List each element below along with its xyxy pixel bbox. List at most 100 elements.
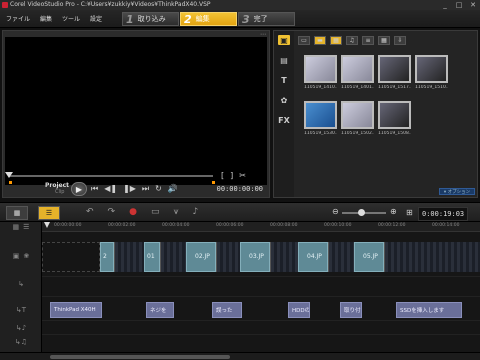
menu-settings[interactable]: 設定 (90, 14, 102, 23)
title-icon[interactable]: T (278, 75, 290, 85)
options-button[interactable]: ▾ オプション (439, 188, 475, 195)
record-icon[interactable]: ● (129, 207, 137, 217)
transition-clip[interactable]: 2 (100, 242, 114, 272)
title-clip[interactable]: 誤った (212, 302, 242, 318)
video-clip[interactable] (270, 242, 298, 272)
timeline-panel: ▦ ☰ ▣ ❀ ↳ ↳T ↳♪ ↳♫ 00:00:00:00 00:00:02:00… (0, 222, 480, 360)
library-toolbar: ▭ ▬ ▦ ♫ ≡ ▦ ⇩ (298, 36, 406, 45)
play-button[interactable]: ▶ (71, 182, 87, 196)
end-icon[interactable]: ⏭ (142, 184, 149, 194)
import-icon[interactable]: ⇩ (394, 36, 406, 45)
voice-track-icon: ↳♪ (15, 324, 27, 332)
title-clip[interactable]: ネジを (146, 302, 174, 318)
project-mode-label[interactable]: Project (45, 182, 69, 189)
library-thumbnails: 110519_1410... 110519_1401... 110519_151… (304, 55, 474, 143)
zoom-in-icon[interactable]: ⊕ (390, 207, 397, 216)
folder-icon[interactable]: ▭ (298, 36, 310, 45)
library-item[interactable]: 110519_1530... (304, 101, 337, 143)
video-clip[interactable] (328, 242, 354, 272)
video-track-toggle-icon[interactable]: ❀ (23, 252, 29, 260)
zoom-out-icon[interactable]: ⊖ (332, 207, 339, 216)
auto-music-icon[interactable]: ♪ (193, 207, 199, 217)
split-clip-icon[interactable]: ✂ (239, 171, 246, 180)
playback-controls: [ ] ✂ Project Clip ▶ ⏮ ◀❚ ❚▶ ⏭ ↻ 🔊 00:00… (5, 171, 267, 197)
track-manager-icon[interactable]: ▦ (13, 223, 20, 231)
empty-slot (42, 242, 100, 272)
step-share[interactable]: 3 完了 (238, 12, 295, 26)
mark-in-button[interactable]: [ (221, 171, 224, 180)
photo-filter-icon[interactable]: ▦ (330, 36, 342, 45)
title-clip[interactable]: SSDを挿入します (396, 302, 462, 318)
timeline-view-button[interactable]: ☰ (38, 206, 60, 220)
prev-frame-icon[interactable]: ◀❚ (104, 184, 117, 194)
transition-clip[interactable]: 05.JP (354, 242, 384, 272)
menu-edit[interactable]: 編集 (40, 14, 52, 23)
video-filter-icon[interactable]: ▬ (314, 36, 326, 45)
clip-mode-label[interactable]: Clip (55, 189, 64, 195)
title-clip[interactable]: HDDの (288, 302, 310, 318)
audio-filter-icon[interactable]: ♫ (346, 36, 358, 45)
music-track-icon: ↳♫ (14, 338, 28, 346)
transition-clip[interactable]: 01 (144, 242, 160, 272)
video-clip[interactable] (160, 242, 186, 272)
preview-timecode[interactable]: 00:00:00:00 (217, 185, 263, 193)
title-clip[interactable]: ThinkPad X40H (50, 302, 102, 318)
zoom-knob[interactable] (358, 209, 365, 216)
library-item[interactable]: 110519_1502... (341, 101, 374, 143)
inout-controls: [ ] ✂ (221, 171, 246, 180)
video-track: 2 01 02.JP 03.JP 04.JP 05.JP (42, 242, 480, 272)
menu-tools[interactable]: ツール (62, 14, 80, 23)
video-clip[interactable] (114, 242, 144, 272)
timeline-tools: ↶ ↷ ● ▭ ⩛ ♪ (86, 207, 198, 217)
maximize-icon[interactable]: □ (452, 0, 466, 10)
library-item[interactable]: 110519_1510... (415, 55, 448, 97)
scrubber-handle[interactable] (5, 172, 13, 178)
menu-file[interactable]: ファイル (6, 14, 30, 23)
title-track: ThinkPad X40H ネジを 誤った HDDの 取り付 SSDを挿入します (42, 302, 480, 318)
title-track-icon: ↳T (15, 306, 27, 314)
smart-render-icon[interactable]: ▭ (151, 207, 160, 217)
title-clip[interactable]: 取り付 (340, 302, 362, 318)
timeline-icon: ☰ (45, 209, 53, 217)
redo-icon[interactable]: ↷ (108, 207, 116, 217)
time-ruler[interactable]: 00:00:00:00 00:00:02:00 00:00:04:00 00:0… (42, 222, 480, 232)
transition-clip[interactable]: 04.JP (298, 242, 328, 272)
video-clip[interactable] (384, 242, 480, 272)
menu-bar: ファイル 編集 ツール 設定 1 取り込み 2 編集 3 完了 (0, 10, 480, 28)
minimize-icon[interactable]: _ (438, 0, 452, 10)
library-item[interactable]: 110519_1401... (341, 55, 374, 97)
project-duration: 0:00:19:03 (418, 207, 469, 221)
scrollbar-thumb[interactable] (50, 355, 230, 359)
graphic-icon[interactable]: ✿ (278, 95, 290, 105)
media-icon[interactable]: ▣ (278, 35, 290, 45)
mark-out-button[interactable]: ] (230, 171, 233, 180)
timeline-scrollbar[interactable] (0, 352, 480, 360)
home-icon[interactable]: ⏮ (91, 184, 98, 194)
video-clip[interactable] (216, 242, 240, 272)
audio-mixer-icon[interactable]: ⩛ (173, 207, 178, 217)
zoom-slider[interactable]: ⊖ ⊕ (330, 207, 400, 218)
library-panel: ▣ ▤ T ✿ FX ▭ ▬ ▦ ♫ ≡ ▦ ⇩ 110519_1410... … (273, 30, 478, 198)
transition-clip[interactable]: 03.JP (240, 242, 270, 272)
chapter-icon[interactable]: ☰ (23, 223, 29, 231)
undo-icon[interactable]: ↶ (86, 207, 94, 217)
close-icon[interactable]: ✕ (466, 0, 480, 10)
library-item[interactable]: 110519_1508... (378, 101, 411, 143)
instant-project-icon[interactable]: ▤ (278, 55, 290, 65)
fit-project-icon[interactable]: ⊞ (406, 208, 413, 217)
next-frame-icon[interactable]: ❚▶ (123, 184, 136, 194)
library-item[interactable]: 110519_1517... (378, 55, 411, 97)
volume-icon[interactable]: 🔊 (168, 184, 178, 194)
transport-buttons: ⏮ ◀❚ ❚▶ ⏭ ↻ 🔊 (91, 184, 178, 194)
step-capture[interactable]: 1 取り込み (122, 12, 179, 26)
transition-clip[interactable]: 02.JP (186, 242, 216, 272)
repeat-icon[interactable]: ↻ (155, 184, 162, 194)
list-view-icon[interactable]: ≡ (362, 36, 374, 45)
storyboard-view-button[interactable]: ▦ (6, 206, 28, 220)
library-item[interactable]: 110519_1410... (304, 55, 337, 97)
preview-screen (5, 37, 267, 185)
playhead[interactable] (44, 222, 50, 228)
filter-icon[interactable]: FX (278, 115, 290, 125)
thumb-view-icon[interactable]: ▦ (378, 36, 390, 45)
step-edit[interactable]: 2 編集 (180, 12, 237, 26)
